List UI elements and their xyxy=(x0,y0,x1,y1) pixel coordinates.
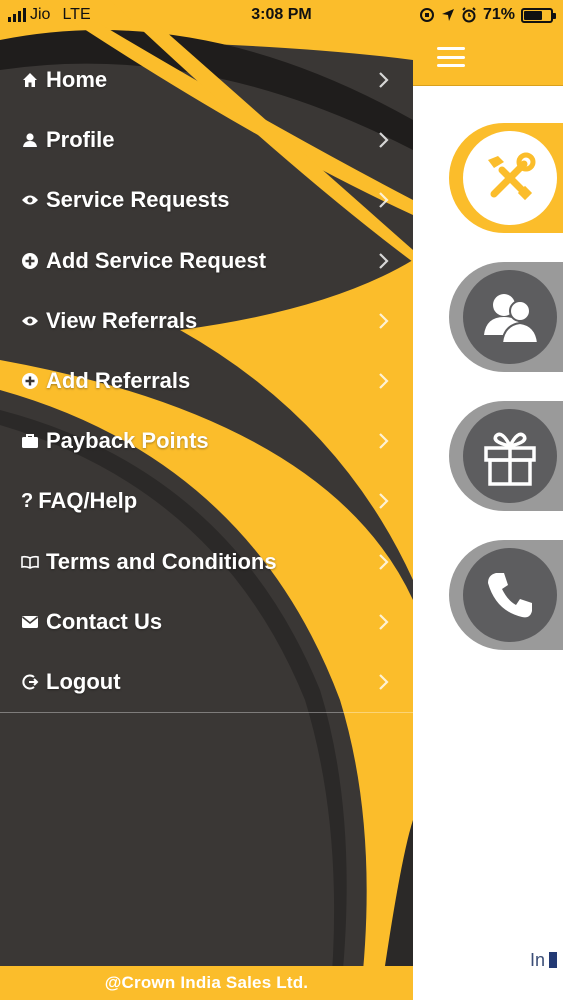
chevron-right-icon xyxy=(379,674,389,690)
bottom-text: In xyxy=(530,950,558,971)
menu-item-label: Terms and Conditions xyxy=(46,548,277,574)
menu-item-faq-help[interactable]: ? FAQ/Help xyxy=(0,471,413,531)
menu-item-label: Home xyxy=(46,67,108,93)
chevron-right-icon xyxy=(379,252,389,269)
menu-item-home[interactable]: Home xyxy=(0,50,413,110)
gift-icon xyxy=(463,409,557,503)
plus-circle-icon xyxy=(21,252,39,270)
eye-icon xyxy=(21,312,39,330)
orientation-lock-icon xyxy=(419,8,434,22)
menu-item-label: Payback Points xyxy=(46,428,209,454)
person-icon xyxy=(21,131,39,149)
menu-item-label: Profile xyxy=(46,127,115,153)
copyright-text: @Crown India Sales Ltd. xyxy=(104,973,309,992)
chevron-right-icon xyxy=(379,553,389,570)
menu-item-label: Logout xyxy=(46,668,121,694)
logout-icon xyxy=(21,673,39,691)
menu-item-add-referrals[interactable]: Add Referrals xyxy=(0,351,413,411)
menu-item-view-referrals[interactable]: View Referrals xyxy=(0,291,413,351)
drawer-menu: Home Profile Service Requests Add Servic… xyxy=(0,50,413,712)
status-bar: Jio LTE 3:08 PM 71% xyxy=(0,0,563,30)
battery-percent: 71% xyxy=(482,6,515,23)
menu-item-add-service-request[interactable]: Add Service Request xyxy=(0,231,413,291)
tools-icon xyxy=(463,131,557,225)
menu-item-payback-points[interactable]: Payback Points xyxy=(0,411,413,471)
chevron-right-icon xyxy=(379,132,389,149)
envelope-icon xyxy=(21,613,39,631)
menu-item-label: View Referrals xyxy=(46,307,198,333)
referrals-tile[interactable] xyxy=(449,262,563,372)
home-icon xyxy=(21,71,39,89)
menu-item-label: Contact Us xyxy=(46,608,163,634)
users-icon xyxy=(463,270,557,364)
menu-item-label: Add Service Request xyxy=(46,247,267,273)
location-icon xyxy=(441,9,454,21)
plus-circle-icon xyxy=(21,372,39,390)
rewards-tile[interactable] xyxy=(449,401,563,511)
menu-divider xyxy=(0,712,413,713)
navigation-drawer: Home Profile Service Requests Add Servic… xyxy=(0,0,413,1000)
chevron-right-icon xyxy=(379,373,389,389)
phone-icon xyxy=(463,548,557,642)
main-screen: In xyxy=(413,0,563,1000)
menu-item-service-requests[interactable]: Service Requests xyxy=(0,170,413,230)
drawer-footer: @Crown India Sales Ltd. xyxy=(0,966,413,1000)
chevron-right-icon xyxy=(379,614,389,630)
briefcase-icon xyxy=(21,432,39,450)
eye-icon xyxy=(21,191,39,209)
alarm-icon xyxy=(462,7,476,23)
menu-item-label: FAQ/Help xyxy=(38,488,138,514)
menu-item-logout[interactable]: Logout xyxy=(0,652,413,712)
book-icon xyxy=(21,553,39,571)
chevron-right-icon xyxy=(379,72,389,88)
menu-item-terms-and-conditions[interactable]: Terms and Conditions xyxy=(0,532,413,592)
chevron-right-icon xyxy=(379,313,389,329)
menu-item-profile[interactable]: Profile xyxy=(0,110,413,170)
status-right: 71% xyxy=(419,6,556,24)
chevron-right-icon xyxy=(379,433,389,449)
menu-item-label: Service Requests xyxy=(46,187,230,213)
question-icon: ? xyxy=(21,489,34,512)
battery-icon xyxy=(521,7,556,23)
chevron-right-icon xyxy=(379,192,389,209)
menu-item-contact-us[interactable]: Contact Us xyxy=(0,592,413,652)
chevron-right-icon xyxy=(379,493,389,510)
menu-item-label: Add Referrals xyxy=(46,368,191,394)
contact-tile[interactable] xyxy=(449,540,563,650)
hamburger-menu-icon[interactable] xyxy=(437,47,465,67)
service-tile[interactable] xyxy=(449,123,563,233)
